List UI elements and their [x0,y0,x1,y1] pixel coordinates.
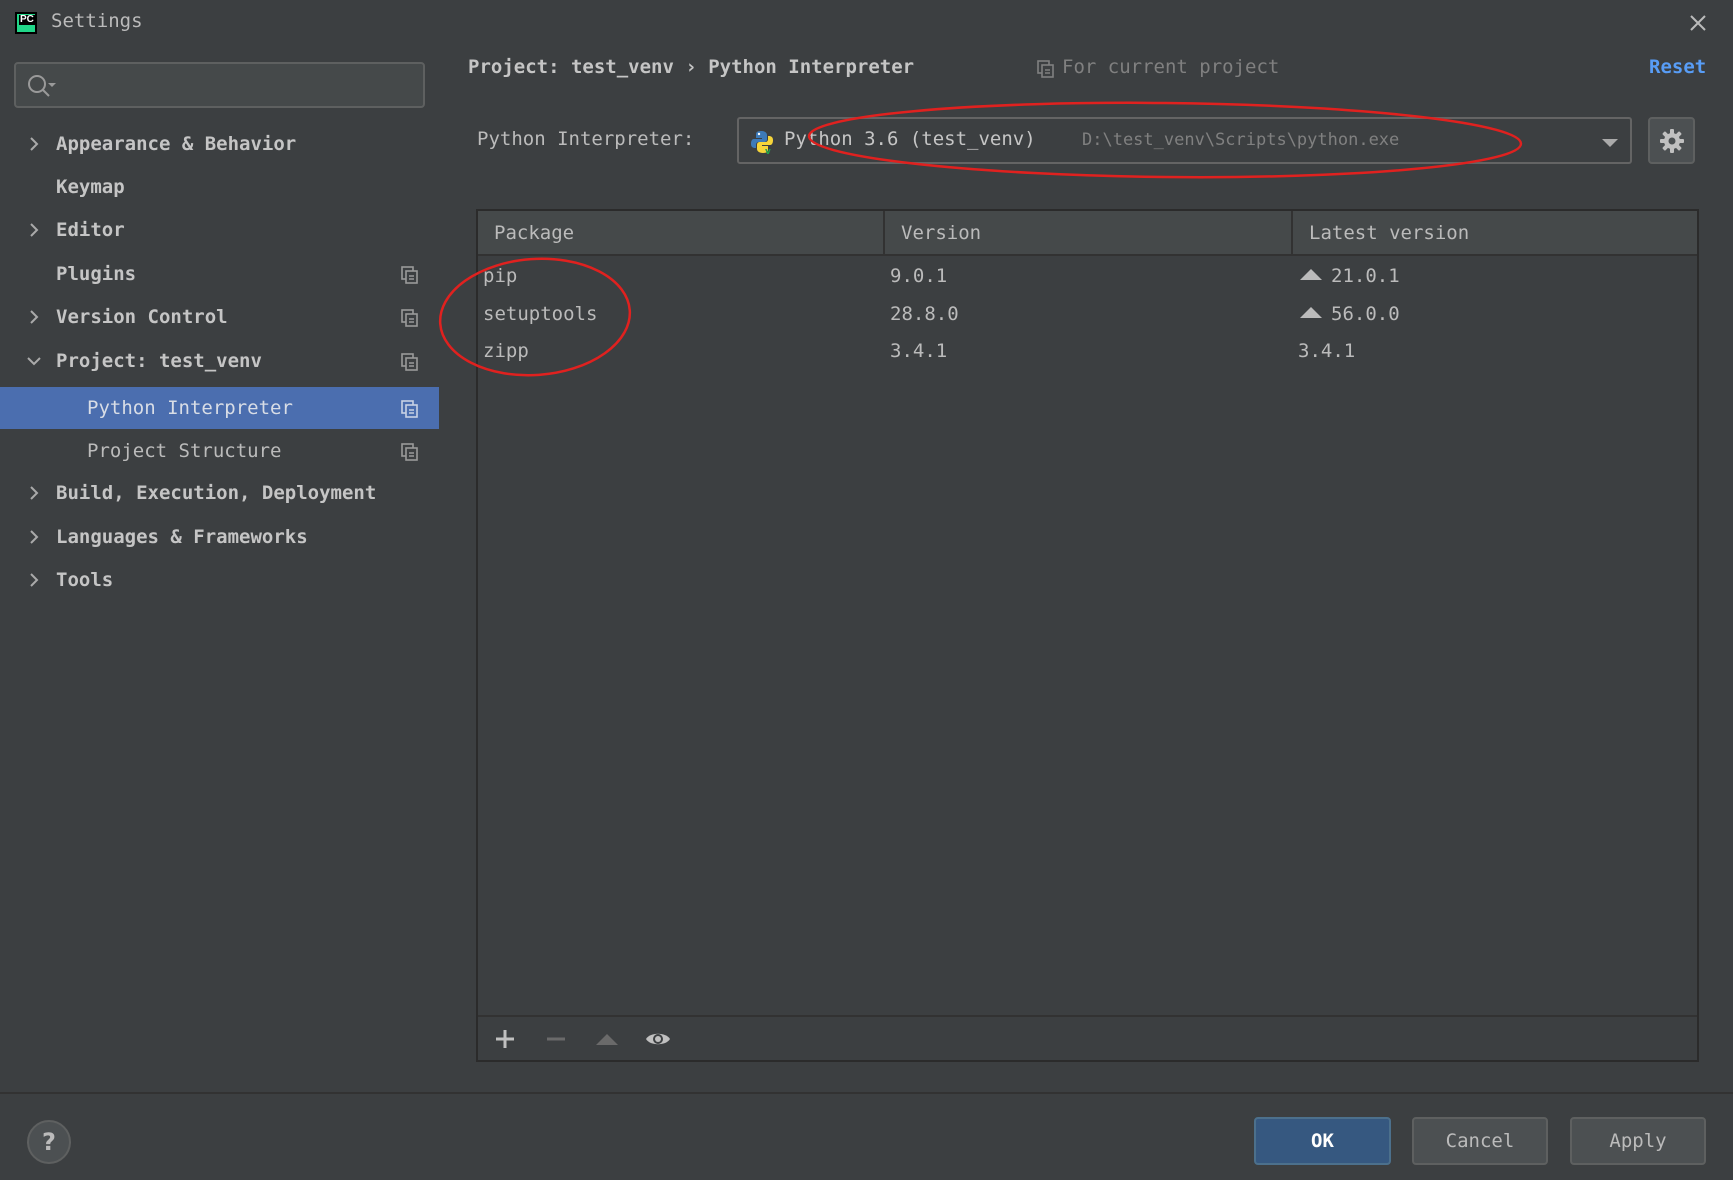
search-input[interactable] [14,62,425,108]
package-latest: 21.0.1 [1300,258,1400,294]
apply-button[interactable]: Apply [1570,1117,1706,1165]
table-row[interactable]: zipp 3.4.1 3.4.1 [478,333,1697,369]
project-scope-icon [401,353,418,371]
sidebar-item-plugins[interactable]: Plugins [0,253,439,295]
dropdown-arrow-icon[interactable] [1601,138,1619,148]
sidebar-item-label: Editor [56,219,125,241]
project-scope-icon [401,400,418,418]
interpreter-label: Python Interpreter: [477,128,695,150]
table-header: Package Version Latest version [478,211,1697,256]
chevron-right-icon[interactable] [26,222,42,238]
remove-icon[interactable] [543,1026,569,1052]
project-scope-icon [1037,60,1054,78]
table-row[interactable]: pip 9.0.1 21.0.1 [478,258,1697,294]
sidebar-item-label: Plugins [56,263,137,285]
close-icon[interactable] [1684,9,1712,37]
interpreter-dropdown[interactable]: v Python 3.6 (test_venv) D:\test_venv\Sc… [737,117,1632,164]
sidebar-item-label: Languages & Frameworks [56,526,308,548]
svg-text:v: v [765,147,771,154]
chevron-right-icon[interactable] [26,485,42,501]
breadcrumb: Project: test_venv › Python Interpreter [468,56,915,78]
gear-icon [1660,129,1684,153]
cancel-button[interactable]: Cancel [1412,1117,1548,1165]
sidebar-item-label: Appearance & Behavior [56,133,297,155]
interpreter-path: D:\test_venv\Scripts\python.exe [1082,130,1400,150]
sidebar-item-languages-frameworks[interactable]: Languages & Frameworks [0,516,439,558]
upgrade-arrow-icon [1300,269,1322,280]
package-latest: 56.0.0 [1300,296,1400,332]
package-name: zipp [483,340,529,362]
sidebar-item-label: Version Control [56,306,228,328]
window-title: Settings [51,10,143,32]
ok-button[interactable]: OK [1254,1117,1391,1165]
package-name: setuptools [483,303,598,325]
sidebar-item-keymap[interactable]: Keymap [0,166,439,208]
sidebar-item-build-execution-deployment[interactable]: Build, Execution, Deployment [0,472,439,514]
package-version: 9.0.1 [890,265,948,287]
add-icon[interactable] [492,1026,518,1052]
sidebar-item-label: Project: test_venv [56,350,262,372]
sidebar-item-label: Tools [56,569,114,591]
column-header-package[interactable]: Package [478,211,885,256]
dialog-footer: ? OK Cancel Apply [0,1092,1733,1180]
sidebar-item-label: Keymap [56,176,125,198]
package-version: 28.8.0 [890,303,959,325]
table-row[interactable]: setuptools 28.8.0 56.0.0 [478,296,1697,332]
upgrade-arrow-icon [1300,307,1322,318]
chevron-right-icon[interactable] [26,529,42,545]
eye-icon[interactable] [645,1026,671,1052]
upgrade-icon[interactable] [594,1026,620,1052]
sidebar-item-editor[interactable]: Editor [0,209,439,251]
package-version: 3.4.1 [890,340,948,362]
package-latest: 3.4.1 [1298,340,1356,362]
column-header-version[interactable]: Version [885,211,1293,256]
sidebar-item-project-test-venv[interactable]: Project: test_venv [0,340,439,382]
project-scope-icon [401,266,418,284]
help-button[interactable]: ? [27,1120,71,1164]
sidebar-item-python-interpreter[interactable]: Python Interpreter [0,387,439,429]
sidebar-item-label: Project Structure [87,440,282,462]
chevron-down-icon[interactable] [26,353,42,369]
project-scope-icon [401,309,418,327]
sidebar-item-project-structure[interactable]: Project Structure [0,430,439,472]
packages-table: Package Version Latest version pip 9.0.1… [476,209,1699,1062]
python-venv-icon: v [751,131,773,154]
scope-indicator: For current project [1037,56,1279,78]
sidebar-item-label: Python Interpreter [87,397,293,419]
chevron-right-icon[interactable] [26,136,42,152]
sidebar-item-tools[interactable]: Tools [0,559,439,601]
chevron-right-icon[interactable] [26,572,42,588]
sidebar-item-appearance-behavior[interactable]: Appearance & Behavior [0,123,439,165]
search-icon [28,75,56,97]
project-scope-icon [401,443,418,461]
sidebar-item-label: Build, Execution, Deployment [56,482,377,504]
interpreter-settings-button[interactable] [1648,117,1695,164]
settings-sidebar: Appearance & Behavior Keymap Editor Plug… [0,42,439,1092]
table-toolbar [478,1015,1697,1060]
reset-link[interactable]: Reset [1649,56,1706,78]
interpreter-name: Python 3.6 (test_venv) [784,128,1036,150]
sidebar-item-version-control[interactable]: Version Control [0,296,439,338]
chevron-right-icon[interactable] [26,309,42,325]
title-bar: PC Settings [0,0,1733,42]
package-name: pip [483,265,518,287]
column-header-latest-version[interactable]: Latest version [1293,211,1699,256]
scope-label: For current project [1062,56,1280,78]
pycharm-logo-icon: PC [15,12,37,34]
